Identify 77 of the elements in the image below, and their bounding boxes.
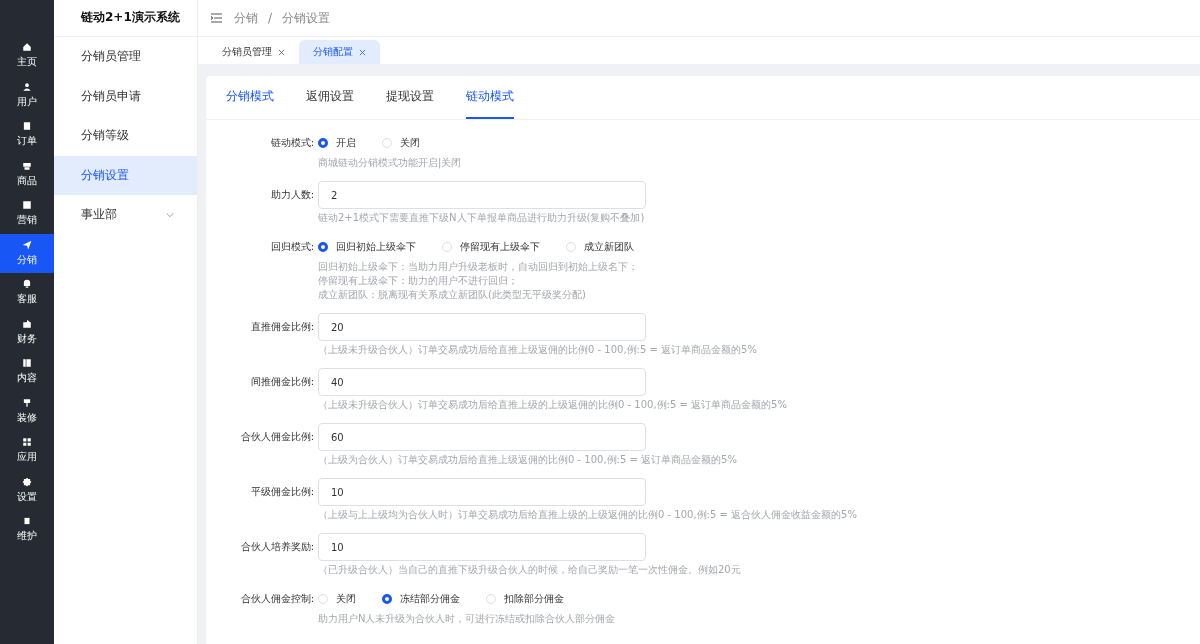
nav-icon	[22, 121, 32, 132]
field-label: 间推佣金比例:	[249, 375, 315, 389]
help-text: 停留现有上级伞下：助力的用户不进行回归；	[318, 274, 519, 288]
settings-tab[interactable]: 提现设置	[386, 76, 434, 119]
nav-item[interactable]: 营销	[0, 194, 54, 234]
nav-icon	[22, 81, 32, 92]
nav-icon	[22, 42, 32, 53]
radio-option[interactable]: 关闭	[318, 592, 356, 606]
nav-icon	[22, 437, 32, 448]
radio-option[interactable]: 回归初始上级伞下	[318, 240, 416, 254]
field-label: 直推佣金比例:	[249, 320, 315, 334]
nav-item[interactable]: 内容	[0, 352, 54, 392]
breadcrumb-separator: /	[268, 11, 273, 25]
nav-item[interactable]: 用户	[0, 75, 54, 115]
sidebar-item[interactable]: 分销员管理	[54, 37, 197, 77]
nav-icon	[22, 358, 32, 369]
nav-icon	[22, 397, 32, 408]
help-text: 链动2+1模式下需要直推下级N人下单报单商品进行助力升级(复购不叠加)	[318, 211, 646, 225]
nav-item[interactable]: 订单	[0, 115, 54, 155]
nav-icon	[22, 318, 32, 329]
breadcrumb-item[interactable]: 分销	[234, 9, 258, 27]
input-field[interactable]: 2	[318, 181, 646, 209]
input-field[interactable]: 20	[318, 313, 646, 341]
page-tab[interactable]: 分销员管理	[208, 40, 299, 64]
close-icon[interactable]	[359, 48, 366, 56]
nav-icon	[22, 160, 32, 171]
radio-option[interactable]: 停留现有上级伞下	[442, 240, 540, 254]
sidebar-item[interactable]: 分销设置	[54, 155, 197, 195]
field-label: 链动模式:	[269, 136, 315, 150]
nav-item[interactable]: 应用	[0, 431, 54, 471]
help-text: 成立新团队：脱离现有关系成立新团队(此类型无平级奖分配)	[318, 288, 587, 302]
help-text: （上级未升级合伙人）订单交易成功后给直推上级返佣的比例0 - 100,例:5 = 返订单商品金额的5%	[318, 343, 758, 357]
breadcrumb-item[interactable]: 分销设置	[282, 9, 331, 27]
radio-option[interactable]: 扣除部分佣金	[486, 592, 564, 606]
radio-option[interactable]: 成立新团队	[566, 240, 634, 254]
help-text: （上级为合伙人）订单交易成功后给直推上级返佣的比例0 - 100,例:5 = 返订单商品金额的5%	[318, 453, 738, 467]
field-label: 合伙人佣金比例:	[239, 430, 315, 444]
radio-option[interactable]: 开启	[318, 136, 356, 150]
field-label: 合伙人佣金控制:	[239, 592, 315, 606]
help-text: 商城链动分销模式功能开启|关闭	[318, 156, 463, 170]
settings-tab[interactable]: 分销模式	[226, 76, 274, 119]
input-field[interactable]: 10	[318, 533, 646, 561]
settings-tab[interactable]: 链动模式	[466, 76, 514, 119]
radio-option[interactable]: 关闭	[382, 136, 420, 150]
nav-icon	[22, 200, 32, 211]
help-text: 助力用户N人未升级为合伙人时，可进行冻结或扣除合伙人部分佣金	[318, 612, 617, 626]
nav-item[interactable]: 商品	[0, 154, 54, 194]
page-tab[interactable]: 分销配置	[299, 40, 380, 64]
settings-tab[interactable]: 返佣设置	[306, 76, 354, 119]
input-field[interactable]: 40	[318, 368, 646, 396]
help-text: 回归初始上级伞下：当助力用户升级老板时，自动回归到初始上级名下；	[318, 260, 639, 274]
sidebar-item[interactable]: 分销员申请	[54, 76, 197, 116]
close-icon[interactable]	[278, 48, 285, 56]
sidebar-item[interactable]: 事业部	[54, 195, 197, 235]
nav-item[interactable]: 设置	[0, 470, 54, 510]
nav-item[interactable]: 装修	[0, 391, 54, 431]
input-field[interactable]: 10	[318, 478, 646, 506]
menu-icon[interactable]	[211, 13, 222, 23]
sidebar-item[interactable]: 分销等级	[54, 116, 197, 156]
nav-item[interactable]: 财务	[0, 312, 54, 352]
field-label: 平级佣金比例:	[249, 485, 315, 499]
nav-item[interactable]: 客服	[0, 273, 54, 313]
nav-icon	[22, 239, 32, 250]
radio-option[interactable]: 冻结部分佣金	[382, 592, 460, 606]
help-text: （上级与上上级均为合伙人时）订单交易成功后给直推上级的上级返佣的比例0 - 100,例:5 = 返合伙人佣金收益金额的5%	[318, 508, 858, 522]
field-label: 回归模式:	[269, 240, 315, 254]
nav-icon	[22, 516, 32, 527]
nav-icon	[22, 279, 32, 290]
nav-item[interactable]: 主页	[0, 36, 54, 76]
nav-item[interactable]: 维护	[0, 510, 54, 550]
input-field[interactable]: 60	[318, 423, 646, 451]
field-label: 合伙人培养奖励:	[239, 540, 315, 554]
nav-item[interactable]: 分销	[0, 233, 54, 273]
nav-icon	[22, 476, 32, 487]
help-text: （上级未升级合伙人）订单交易成功后给直推上级的上级返佣的比例0 - 100,例:5 = 返订单商品金额的5%	[318, 398, 788, 412]
field-label: 助力人数:	[269, 188, 315, 202]
app-title: 链动2+1演示系统	[54, 0, 197, 37]
